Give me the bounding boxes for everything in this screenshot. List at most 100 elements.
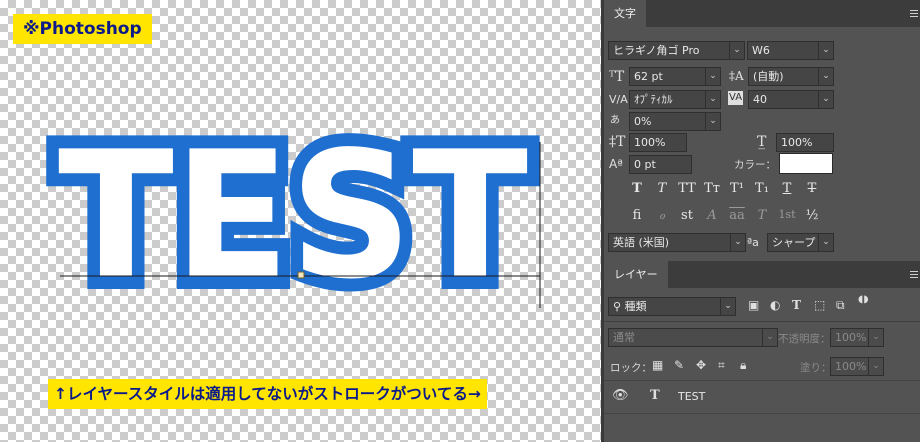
- language-select[interactable]: 英語 (米国) ⌄: [608, 233, 746, 252]
- text-color-swatch[interactable]: [779, 153, 833, 174]
- test-text-fill: TEST: [58, 115, 528, 318]
- ordinals-button[interactable]: 1st: [776, 208, 798, 221]
- document-canvas[interactable]: ※Photoshop TEST TEST ↑レイヤースタイルは適用してないがスト…: [0, 0, 601, 442]
- chevron-down-icon: ⌄: [729, 42, 744, 59]
- lock-paint-icon[interactable]: ✎: [674, 358, 684, 372]
- superscript-button[interactable]: T¹: [726, 181, 748, 196]
- right-panel: 文字 ヒラギノ角ゴ Pro ⌄ W6 ⌄ ᵀT 62 pt ⌄ ‡A (自動) …: [604, 0, 920, 442]
- eye-icon[interactable]: 👁︎: [612, 389, 629, 403]
- fill-value: 100%: [835, 360, 867, 373]
- font-style-value: W6: [752, 44, 770, 57]
- lock-label: ロック：: [610, 362, 652, 374]
- chevron-down-icon: ⌄: [818, 91, 833, 108]
- horizontal-scale-icon: T̲: [757, 134, 767, 150]
- lock-artboard-icon[interactable]: ⌗: [718, 358, 725, 372]
- font-family-value: ヒラギノ角ゴ Pro: [613, 44, 700, 57]
- chevron-down-icon: ⌄: [818, 234, 833, 251]
- horizontal-scale-value: 100%: [781, 136, 813, 149]
- opacity-value: 100%: [835, 331, 867, 344]
- tsume-icon: あ: [610, 115, 620, 126]
- chevron-down-icon: ⌄: [868, 329, 883, 346]
- leading-value: (自動): [753, 70, 784, 83]
- small-caps-button[interactable]: Tт: [701, 181, 723, 196]
- bold-button[interactable]: T: [626, 181, 648, 196]
- ligature-button[interactable]: fi: [626, 208, 648, 223]
- underline-button[interactable]: T: [776, 181, 798, 196]
- opacity-label: 不透明度：: [778, 333, 831, 345]
- tracking-icon: VA: [728, 91, 744, 105]
- vertical-scale-value: 100%: [634, 136, 666, 149]
- blend-mode-select[interactable]: 通常 ⌄: [608, 328, 778, 347]
- type-filter-icon[interactable]: T: [792, 298, 801, 312]
- lock-transparent-icon[interactable]: ▦: [652, 358, 663, 372]
- baseline-shift-field[interactable]: 0 pt: [629, 155, 692, 174]
- baseline-shift-value: 0 pt: [634, 158, 656, 171]
- tab-layers[interactable]: レイヤー: [604, 261, 668, 288]
- chevron-down-icon: ⌄: [720, 298, 735, 315]
- fill-label: 塗り：: [800, 362, 832, 374]
- lock-all-icon[interactable]: 🔒︎: [740, 358, 746, 372]
- tsume-value: 0%: [634, 115, 652, 128]
- leading-field[interactable]: (自動) ⌄: [748, 67, 834, 86]
- swash-button[interactable]: A: [701, 208, 723, 223]
- shape-filter-icon[interactable]: ⬚: [814, 298, 825, 312]
- font-family-select[interactable]: ヒラギノ角ゴ Pro ⌄: [608, 41, 745, 60]
- all-caps-button[interactable]: TT: [676, 181, 698, 196]
- type-layer-icon: T: [650, 388, 660, 403]
- font-size-field[interactable]: 62 pt ⌄: [629, 67, 721, 86]
- kerning-icon: V/A: [609, 93, 628, 106]
- leading-icon: ‡A: [729, 69, 744, 83]
- language-value: 英語 (米国): [613, 236, 670, 249]
- lock-move-icon[interactable]: ✥: [696, 358, 706, 372]
- kerning-select[interactable]: ｵﾌﾟﾃｨｶﾙ ⌄: [629, 90, 721, 109]
- color-label: カラー：: [734, 159, 776, 171]
- font-size-icon: ᵀT: [609, 69, 625, 85]
- test-text-graphic[interactable]: TEST TEST: [0, 0, 601, 442]
- italic-button[interactable]: T: [651, 181, 673, 196]
- horizontal-scale-field[interactable]: 100%: [776, 133, 834, 152]
- tsume-field[interactable]: 0% ⌄: [629, 112, 721, 131]
- panel-menu-icon[interactable]: [910, 271, 918, 280]
- font-size-value: 62 pt: [634, 70, 663, 83]
- chevron-down-icon: ⌄: [818, 68, 833, 85]
- subscript-button[interactable]: T₁: [751, 181, 773, 196]
- strikethrough-button[interactable]: T: [801, 181, 823, 196]
- layer-name[interactable]: TEST: [678, 390, 705, 403]
- fill-field[interactable]: 100% ⌄: [830, 357, 884, 376]
- discretionary-ligature-button[interactable]: st: [676, 208, 698, 223]
- blend-mode-value: 通常: [613, 331, 635, 344]
- tab-character[interactable]: 文字: [604, 0, 646, 27]
- adjustment-filter-icon[interactable]: ◐: [770, 298, 780, 312]
- chevron-down-icon: ⌄: [868, 358, 883, 375]
- antialias-icon: ªa: [747, 236, 759, 249]
- chevron-down-icon: ⌄: [818, 42, 833, 59]
- baseline-shift-icon: Aª: [609, 157, 623, 171]
- vertical-scale-field[interactable]: 100%: [629, 133, 687, 152]
- smart-object-filter-icon[interactable]: ⧉: [836, 298, 845, 313]
- character-tabbar: 文字: [604, 0, 920, 27]
- font-style-select[interactable]: W6 ⌄: [747, 41, 834, 60]
- search-icon: ⚲: [613, 300, 625, 313]
- image-filter-icon[interactable]: ▣: [748, 298, 759, 312]
- layers-tabbar: レイヤー: [604, 261, 920, 288]
- chevron-down-icon: ⌄: [705, 113, 720, 130]
- titling-alternates-button[interactable]: T: [751, 208, 773, 223]
- vertical-scale-icon: ‡T: [609, 134, 626, 150]
- filter-toggle-icon[interactable]: ◖◗: [858, 294, 869, 305]
- antialias-select[interactable]: シャープ ⌄: [767, 233, 834, 252]
- chevron-down-icon: ⌄: [762, 329, 777, 346]
- layer-filter-value: 種類: [624, 300, 647, 313]
- panel-menu-icon[interactable]: [910, 10, 918, 19]
- opacity-field[interactable]: 100% ⌄: [830, 328, 884, 347]
- fractions-button[interactable]: ½: [801, 208, 823, 223]
- stylistic-alternates-button[interactable]: aa: [726, 208, 748, 223]
- layer-row[interactable]: 👁︎ T TEST: [604, 380, 920, 414]
- tracking-field[interactable]: 40 ⌄: [748, 90, 834, 109]
- tracking-value: 40: [753, 93, 767, 106]
- chevron-down-icon: ⌄: [705, 91, 720, 108]
- chevron-down-icon: ⌄: [705, 68, 720, 85]
- antialias-value: シャープ: [772, 236, 816, 249]
- old-style-button[interactable]: ℴ: [651, 208, 673, 223]
- kerning-value: ｵﾌﾟﾃｨｶﾙ: [634, 93, 673, 106]
- layer-filter-select[interactable]: ⚲ 種類 ⌄: [608, 297, 736, 316]
